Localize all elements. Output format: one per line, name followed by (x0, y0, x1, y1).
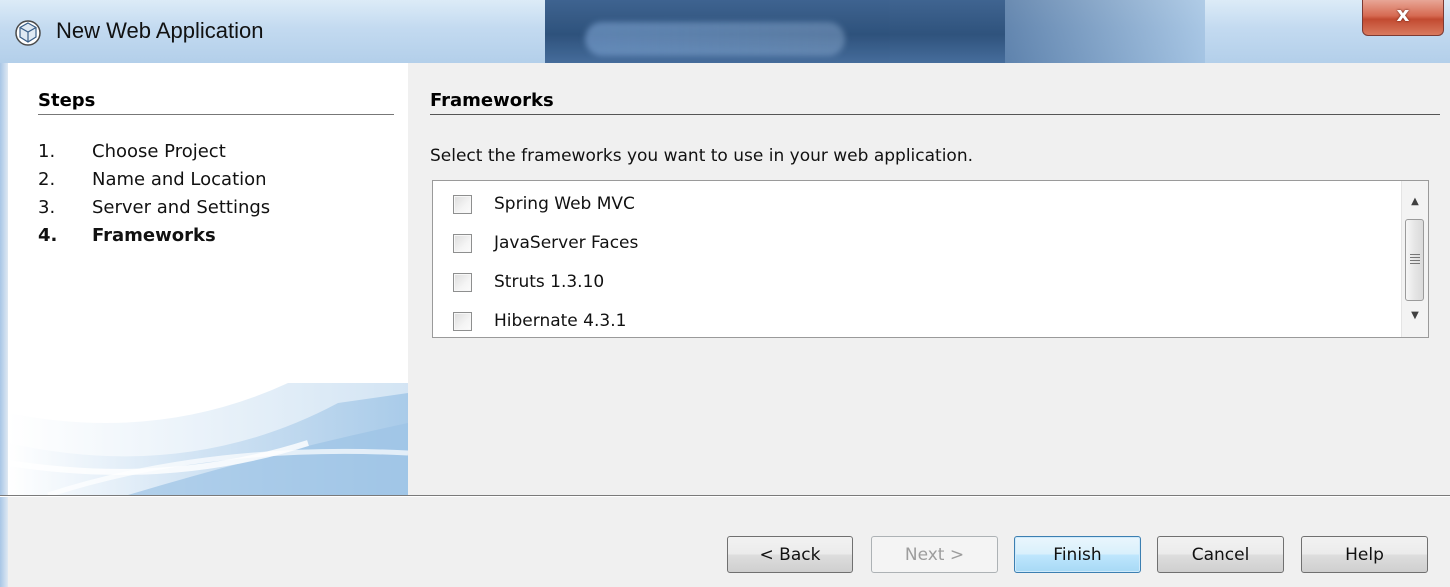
framework-checkbox[interactable] (453, 272, 472, 292)
framework-item[interactable]: JavaServer Faces (453, 228, 638, 258)
step-label: Choose Project (92, 141, 226, 162)
cancel-button[interactable]: Cancel (1157, 536, 1284, 573)
window-left-border (0, 63, 8, 587)
step-number: 1. (38, 141, 56, 162)
title-bar[interactable]: New Web Application x (0, 0, 1450, 63)
step-number: 2. (38, 169, 56, 190)
next-button[interactable]: Next > (871, 536, 998, 573)
frameworks-heading: Frameworks (430, 90, 554, 111)
step-number: 3. (38, 197, 56, 218)
frameworks-divider (430, 114, 1440, 115)
framework-label[interactable]: Hibernate 4.3.1 (494, 311, 626, 331)
steps-panel: Steps 1. Choose Project 2. Name and Locati… (8, 63, 408, 495)
frameworks-description: Select the frameworks you want to use in… (430, 146, 973, 166)
framework-checkbox[interactable] (453, 311, 472, 331)
netbeans-cube-icon (15, 20, 41, 46)
frameworks-list[interactable]: Spring Web MVC JavaServer Faces Struts 1… (432, 180, 1429, 338)
step-item: 3. Server and Settings (38, 197, 270, 218)
framework-item[interactable]: Struts 1.3.10 (453, 267, 604, 297)
framework-label[interactable]: Struts 1.3.10 (494, 272, 604, 292)
framework-item[interactable]: Hibernate 4.3.1 (453, 306, 626, 336)
scrollbar-thumb[interactable] (1405, 219, 1424, 301)
wizard-swoosh-graphic (8, 383, 408, 495)
button-bar-separator-highlight (0, 496, 1450, 497)
step-item-current: 4. Frameworks (38, 225, 216, 246)
step-number: 4. (38, 225, 58, 246)
grip-icon (1410, 254, 1420, 266)
step-item: 1. Choose Project (38, 141, 226, 162)
framework-checkbox[interactable] (453, 233, 472, 253)
framework-label[interactable]: Spring Web MVC (494, 194, 635, 214)
title-bar-gradient (1005, 0, 1205, 63)
step-label: Server and Settings (92, 197, 271, 218)
window-title: New Web Application (56, 18, 264, 43)
title-bar-decoration (545, 0, 1005, 63)
vertical-scrollbar[interactable]: ▲ ▼ (1401, 181, 1428, 337)
frameworks-panel: Frameworks Select the frameworks you wan… (408, 63, 1450, 495)
finish-button[interactable]: Finish (1014, 536, 1141, 573)
close-icon: x (1396, 2, 1410, 26)
framework-checkbox[interactable] (453, 194, 472, 214)
close-button[interactable]: x (1362, 0, 1444, 36)
steps-divider (38, 114, 394, 115)
back-button[interactable]: < Back (727, 536, 853, 573)
steps-heading: Steps (38, 90, 96, 111)
step-label: Frameworks (92, 225, 216, 246)
help-button[interactable]: Help (1301, 536, 1428, 573)
scroll-up-icon[interactable]: ▲ (1402, 191, 1428, 213)
step-label: Name and Location (92, 169, 267, 190)
framework-item[interactable]: Spring Web MVC (453, 189, 635, 219)
step-item: 2. Name and Location (38, 169, 267, 190)
framework-label[interactable]: JavaServer Faces (494, 233, 638, 253)
scroll-down-icon[interactable]: ▼ (1402, 305, 1428, 327)
